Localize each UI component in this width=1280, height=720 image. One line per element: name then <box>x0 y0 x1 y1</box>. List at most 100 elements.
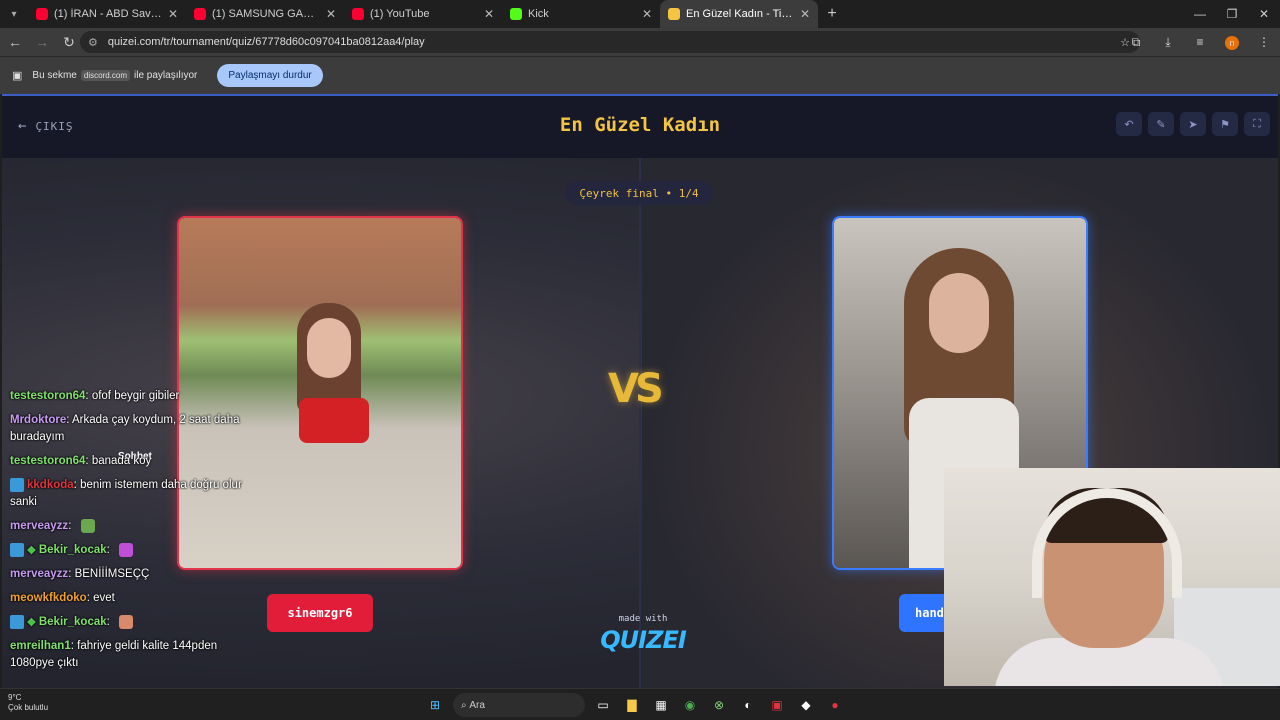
fullscreen-icon[interactable]: ⛶ <box>1244 112 1270 136</box>
chat-text: BENİİİMSEÇÇ <box>74 568 150 580</box>
chat-username[interactable]: emreilhan1 <box>10 640 71 652</box>
chat-message: kkdkoda: benim istemem daha doğru olur s… <box>10 477 242 508</box>
stop-sharing-button[interactable]: Paylaşmayı durdur <box>217 64 323 87</box>
tab-favicon-icon <box>668 8 680 20</box>
chat-emote-icon <box>119 542 134 557</box>
reload-icon[interactable]: ↻ <box>57 34 81 51</box>
page-title: En Güzel Kadın <box>559 114 721 136</box>
tab-title: (1) İRAN - ABD Savaşı Rejim Ç <box>54 8 162 20</box>
task-view-icon[interactable]: ▭ <box>592 694 614 716</box>
chat-message: Mrdoktore: Arkada çay koydum, 2 saat dah… <box>10 414 240 443</box>
window-controls: — ❐ ✕ <box>1184 0 1280 28</box>
chat-username[interactable]: meowkfkdoko <box>10 592 87 604</box>
tab-list: (1) İRAN - ABD Savaşı Rejim Ç✕(1) SAMSUN… <box>28 0 818 28</box>
subscriber-badge-icon: ◆ <box>27 544 36 556</box>
chat-text: banada koy <box>91 455 152 467</box>
tab-close-icon[interactable]: ✕ <box>326 7 336 21</box>
file-explorer-icon[interactable]: ▇ <box>621 694 643 716</box>
quiz-header: ← ÇIKIŞ En Güzel Kadın ↶ ✎ ➤ ⚑ ⛶ <box>2 96 1278 158</box>
store-icon[interactable]: ▦ <box>650 694 672 716</box>
tab-close-icon[interactable]: ✕ <box>484 7 494 21</box>
menu-icon[interactable]: ⋮ <box>1248 35 1280 49</box>
url-text: quizei.com/tr/tournament/quiz/67778d60c0… <box>107 36 425 48</box>
round-badge: Çeyrek final • 1/4 <box>565 181 713 205</box>
site-info-icon[interactable]: ⚙ <box>88 36 98 49</box>
app-icon[interactable]: ▣ <box>766 694 788 716</box>
center-divider <box>639 158 641 688</box>
tab-favicon-icon <box>194 8 206 20</box>
header-actions: ↶ ✎ ➤ ⚑ ⛶ <box>1110 112 1270 136</box>
photo-shape <box>299 398 369 443</box>
chat-username[interactable]: Bekir_kocak <box>39 616 107 628</box>
toolbar-actions: ⧉ ⤓ ≡ n ⋮ <box>1120 28 1280 56</box>
tab-close-icon[interactable]: ✕ <box>800 7 810 21</box>
tab-search-icon[interactable]: ▾ <box>0 0 28 28</box>
taskbar-search[interactable]: ⌕ Ara <box>453 693 585 717</box>
chat-username[interactable]: testestoron64 <box>10 390 85 402</box>
chat-username[interactable]: kkdkoda <box>27 479 74 491</box>
chat-username[interactable]: merveayzz <box>10 568 68 580</box>
restore-icon[interactable]: ❐ <box>1216 0 1248 28</box>
forward-icon[interactable]: → <box>30 34 54 50</box>
chrome-icon[interactable]: ◉ <box>679 694 701 716</box>
tab-title: (1) SAMSUNG GALAXY S26 ULT <box>212 8 320 20</box>
browser-tab[interactable]: (1) İRAN - ABD Savaşı Rejim Ç ✕ <box>28 0 186 28</box>
chat-username[interactable]: Bekir_kocak <box>39 544 107 556</box>
chat-username[interactable]: merveayzz <box>10 520 68 532</box>
chat-message: emreilhan1: fahriye geldi kalite 144pden… <box>10 640 218 669</box>
chat-message: ◆ Bekir_kocak: <box>10 542 260 559</box>
share-prefix: Bu sekme <box>32 70 77 81</box>
tab-title: Kick <box>528 8 549 20</box>
browser-tab[interactable]: En Güzel Kadın - Tier List, K ✕ <box>660 0 818 28</box>
xbox-icon[interactable]: ⊗ <box>708 694 730 716</box>
back-icon[interactable]: ← <box>3 34 27 50</box>
downloads-icon[interactable]: ⤓ <box>1152 35 1184 50</box>
chat-message: meowkfkdoko: evet <box>10 592 115 604</box>
tab-favicon-icon <box>352 8 364 20</box>
weather-desc: Çok bulutlu <box>8 703 49 712</box>
chat-emote-icon <box>80 518 95 533</box>
extensions-icon[interactable]: ⧉ <box>1120 35 1152 50</box>
minimize-icon[interactable]: — <box>1184 0 1216 28</box>
browser-tab[interactable]: (1) SAMSUNG GALAXY S26 ULT ✕ <box>186 0 344 28</box>
address-bar[interactable]: ⚙ quizei.com/tr/tournament/quiz/67778d60… <box>80 31 1140 53</box>
browser-tab-strip: ▾ (1) İRAN - ABD Savaşı Rejim Ç✕(1) SAMS… <box>0 0 1280 28</box>
chat-username[interactable]: Mrdoktore <box>10 414 66 426</box>
profile-avatar[interactable]: n <box>1216 35 1248 50</box>
media-controls-icon[interactable]: ≡ <box>1184 35 1216 49</box>
share-domain: discord.com <box>80 70 130 81</box>
steam-icon[interactable]: ◐ <box>737 694 759 716</box>
flag-icon[interactable]: ⚑ <box>1212 112 1238 136</box>
new-tab-button[interactable]: + <box>818 5 846 23</box>
vs-icon: VS <box>608 366 664 412</box>
moderator-badge-icon <box>10 477 24 492</box>
chat-message: testestoron64: banada koy <box>10 455 152 467</box>
chat-message: merveayzz: <box>10 518 260 535</box>
chat-message: merveayzz: BENİİİMSEÇÇ <box>10 568 150 580</box>
share-icon[interactable]: ➤ <box>1180 112 1206 136</box>
photo-shape <box>929 273 989 353</box>
webcam-overlay <box>944 468 1280 686</box>
chat-message: testestoron64: ofof beygir gibiler <box>10 390 180 402</box>
browser-tab[interactable]: Kick ✕ <box>502 0 660 28</box>
chat-username[interactable]: testestoron64 <box>10 455 85 467</box>
chat-text: ofof beygir gibiler <box>91 390 180 402</box>
quizei-logo[interactable]: QUIZEI <box>598 626 688 654</box>
undo-icon[interactable]: ↶ <box>1116 112 1142 136</box>
edit-icon[interactable]: ✎ <box>1148 112 1174 136</box>
close-window-icon[interactable]: ✕ <box>1248 0 1280 28</box>
weather-widget[interactable]: 9°C Çok bulutlu <box>8 693 48 713</box>
chat-text: evet <box>93 592 115 604</box>
screen-share-icon: ▣ <box>12 70 23 82</box>
tab-close-icon[interactable]: ✕ <box>642 7 652 21</box>
capcut-icon[interactable]: ◆ <box>795 694 817 716</box>
tab-close-icon[interactable]: ✕ <box>168 7 178 21</box>
recorder-icon[interactable]: ● <box>824 694 846 716</box>
share-suffix: ile paylaşılıyor <box>134 70 198 81</box>
weather-temp: 9°C <box>8 693 22 702</box>
tab-favicon-icon <box>36 8 48 20</box>
tab-title: (1) YouTube <box>370 8 430 20</box>
browser-tab[interactable]: (1) YouTube ✕ <box>344 0 502 28</box>
left-candidate-name-button[interactable]: sinemzgr6 <box>267 594 373 632</box>
windows-start-icon[interactable]: ⊞ <box>424 694 446 716</box>
